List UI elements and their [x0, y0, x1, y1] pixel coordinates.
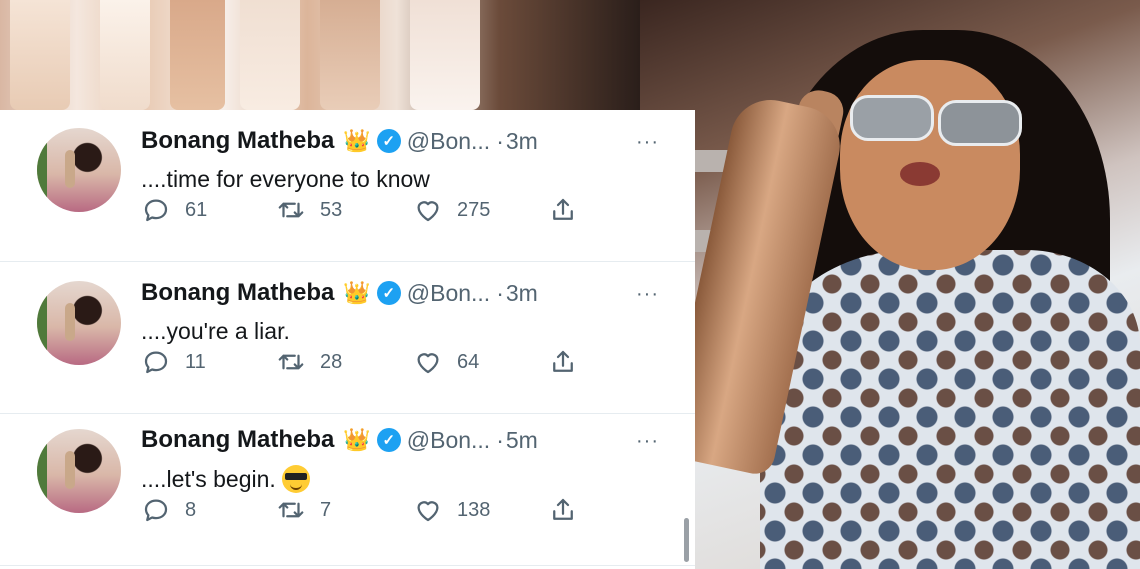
tweet-text: ....let's begin. — [141, 465, 310, 493]
tweet-header: Bonang Matheba 👑 ✓ @Bon... · 3m — [141, 127, 538, 155]
photo-shirt — [760, 250, 1140, 569]
like-count: 64 — [457, 350, 480, 373]
bottle-image — [100, 0, 150, 110]
reply-button[interactable]: 8 — [141, 495, 196, 525]
scrollbar[interactable] — [684, 518, 689, 562]
more-options-icon[interactable]: ··· — [636, 131, 659, 154]
retweet-button[interactable]: 53 — [276, 195, 342, 225]
share-button[interactable] — [548, 347, 578, 377]
author-handle[interactable]: @Bon... — [407, 427, 490, 454]
retweet-icon — [278, 502, 304, 518]
tweet-header: Bonang Matheba 👑 ✓ @Bon... · 3m — [141, 279, 538, 307]
retweet-icon — [278, 202, 304, 218]
tweet-timestamp[interactable]: 3m — [506, 280, 538, 307]
author-name[interactable]: Bonang Matheba — [141, 279, 334, 307]
heart-icon — [417, 353, 439, 374]
share-icon — [553, 198, 573, 220]
bottle-image — [240, 0, 300, 110]
reply-icon — [144, 351, 168, 374]
tweet[interactable]: Bonang Matheba 👑 ✓ @Bon... · 3m ··· ....… — [0, 262, 695, 414]
like-button[interactable]: 275 — [413, 195, 490, 225]
retweet-button[interactable]: 28 — [276, 347, 342, 377]
bottle-image — [320, 0, 380, 110]
photo-lips — [900, 162, 940, 186]
retweet-button[interactable]: 7 — [276, 495, 331, 525]
like-count: 275 — [457, 198, 491, 221]
glasses-left-lens — [850, 95, 934, 141]
separator-dot: · — [496, 426, 504, 453]
more-options-icon[interactable]: ··· — [636, 430, 659, 453]
avatar[interactable] — [37, 128, 121, 212]
more-options-icon[interactable]: ··· — [636, 283, 659, 306]
sunglasses-emoji-icon — [281, 465, 310, 493]
verified-icon: ✓ — [376, 428, 401, 452]
like-button[interactable]: 64 — [413, 347, 479, 377]
tweet-header: Bonang Matheba 👑 ✓ @Bon... · 5m — [141, 426, 538, 454]
retweet-count: 28 — [320, 350, 343, 373]
tweet-list: Bonang Matheba 👑 ✓ @Bon... · 3m ··· ....… — [0, 110, 695, 569]
verified-icon: ✓ — [376, 281, 401, 305]
retweet-icon — [278, 354, 304, 370]
sunglasses — [850, 95, 1022, 146]
retweet-count: 53 — [320, 198, 343, 221]
author-name[interactable]: Bonang Matheba — [141, 426, 334, 454]
tweet-timestamp[interactable]: 5m — [506, 427, 538, 454]
author-name[interactable]: Bonang Matheba — [141, 127, 334, 155]
tweet-text: ....time for everyone to know — [141, 166, 430, 192]
heart-icon — [417, 201, 439, 222]
bottle-image — [410, 0, 480, 110]
reply-count: 11 — [185, 350, 206, 373]
reply-icon — [144, 499, 168, 522]
tweet-text-content: ....let's begin. — [141, 466, 276, 492]
heart-icon — [417, 501, 439, 522]
background-shelf-image — [0, 0, 640, 110]
bottle-image — [170, 0, 225, 110]
reply-count: 61 — [185, 198, 208, 221]
reply-icon — [144, 199, 168, 222]
reply-button[interactable]: 61 — [141, 195, 207, 225]
crown-icon: 👑 — [343, 128, 371, 153]
tweet-text: ....you're a liar. — [141, 318, 290, 344]
separator-dot: · — [496, 127, 504, 154]
author-handle[interactable]: @Bon... — [407, 280, 490, 307]
tweet[interactable]: Bonang Matheba 👑 ✓ @Bon... · 5m ··· ....… — [0, 414, 695, 566]
avatar[interactable] — [37, 281, 121, 365]
tweet[interactable]: Bonang Matheba 👑 ✓ @Bon... · 3m ··· ....… — [0, 110, 695, 262]
separator-dot: · — [496, 279, 504, 306]
reply-button[interactable]: 11 — [141, 347, 206, 377]
share-icon — [553, 350, 573, 372]
share-button[interactable] — [548, 495, 578, 525]
share-button[interactable] — [548, 195, 578, 225]
like-count: 138 — [457, 498, 491, 521]
verified-icon: ✓ — [376, 129, 401, 153]
share-icon — [553, 498, 573, 520]
tweet-timestamp[interactable]: 3m — [506, 128, 538, 155]
crown-icon: 👑 — [343, 427, 371, 452]
reply-count: 8 — [185, 498, 197, 521]
like-button[interactable]: 138 — [413, 495, 490, 525]
glasses-right-lens — [938, 100, 1022, 146]
author-handle[interactable]: @Bon... — [407, 128, 490, 155]
retweet-count: 7 — [320, 498, 332, 521]
crown-icon: 👑 — [343, 280, 371, 305]
bottle-image — [10, 0, 70, 110]
avatar[interactable] — [37, 429, 121, 513]
